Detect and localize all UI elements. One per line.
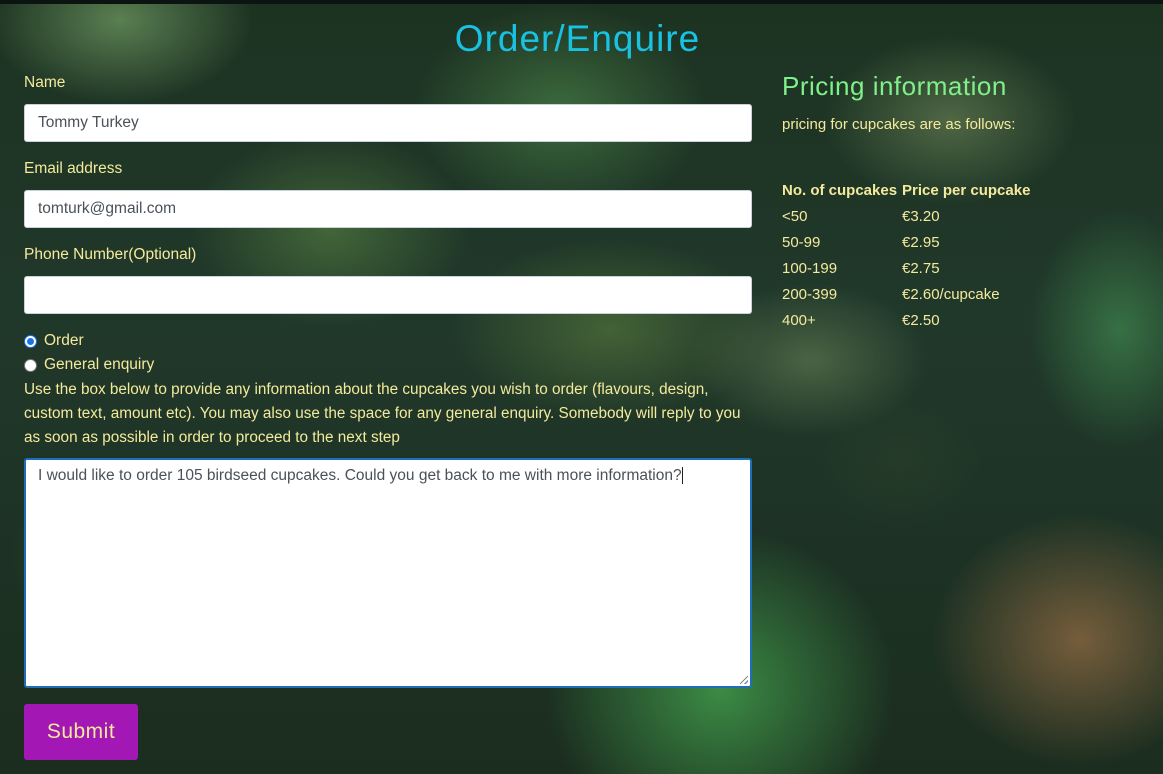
message-instructions: Use the box below to provide any informa… <box>24 381 741 446</box>
text-cursor <box>681 467 683 484</box>
quantity-cell: 200-399 <box>782 285 838 303</box>
email-field[interactable] <box>24 190 752 228</box>
phone-label: Phone Number(Optional) <box>24 246 197 263</box>
table-row: 200-399 €2.60/cupcake <box>782 281 1030 307</box>
page-title: Order/Enquire <box>454 18 701 59</box>
quantity-cell: 50-99 <box>782 233 821 251</box>
pricing-table-header: No. of cupcakes Price per cupcake <box>782 177 1030 203</box>
enquiry-option[interactable]: General enquiry <box>24 355 154 375</box>
quantity-cell: <50 <box>782 207 808 225</box>
table-row: 50-99 €2.95 <box>782 229 1030 255</box>
top-bar <box>0 0 1163 4</box>
table-row: 100-199 €2.75 <box>782 255 1030 281</box>
enquiry-radio[interactable] <box>24 358 37 372</box>
quantity-cell: 100-199 <box>782 259 838 277</box>
name-label: Name <box>24 74 66 91</box>
price-cell: €2.60/cupcake <box>902 285 1000 303</box>
price-cell: €2.75 <box>902 259 940 277</box>
enquiry-radio-label[interactable]: General enquiry <box>44 356 154 374</box>
order-radio[interactable] <box>24 334 37 348</box>
header-price: Price per cupcake <box>902 181 1031 199</box>
order-radio-label[interactable]: Order <box>44 332 84 350</box>
table-row: <50 €3.20 <box>782 203 1030 229</box>
phone-field[interactable] <box>24 276 752 314</box>
price-cell: €3.20 <box>902 207 940 225</box>
pricing-table: No. of cupcakes Price per cupcake <50 €3… <box>782 177 1030 333</box>
message-text: I would like to order 105 birdseed cupca… <box>38 467 682 484</box>
table-row: 400+ €2.50 <box>782 307 1030 333</box>
message-textarea[interactable]: I would like to order 105 birdseed cupca… <box>24 458 752 688</box>
price-cell: €2.50 <box>902 311 940 329</box>
order-option[interactable]: Order <box>24 331 84 351</box>
email-label: Email address <box>24 160 123 177</box>
quantity-cell: 400+ <box>782 311 816 329</box>
name-field[interactable] <box>24 104 752 142</box>
pricing-intro: pricing for cupcakes are as follows: <box>782 116 1016 133</box>
price-cell: €2.95 <box>902 233 940 251</box>
pricing-title: Pricing information <box>782 71 1007 101</box>
resize-handle[interactable] <box>740 676 748 684</box>
header-quantity: No. of cupcakes <box>782 181 898 199</box>
submit-button[interactable]: Submit <box>24 704 138 760</box>
